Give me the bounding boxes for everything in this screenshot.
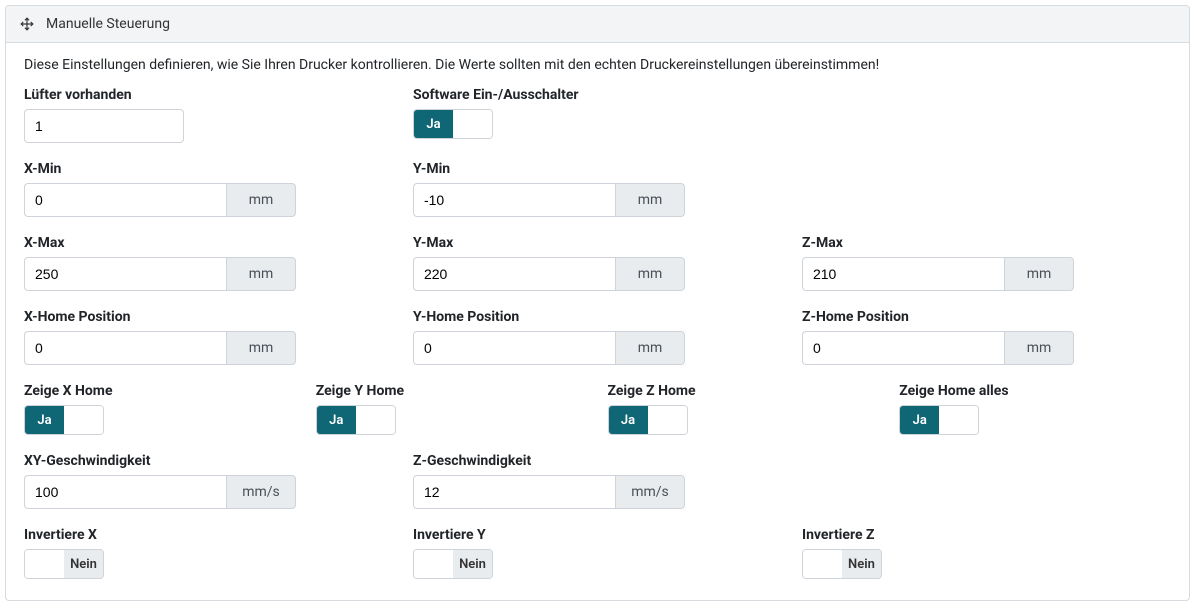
toggle-yes: Ja: [317, 406, 356, 434]
toggle-no: Nein: [453, 550, 492, 578]
xy-speed-label: XY-Geschwindigkeit: [24, 453, 393, 469]
zhome-input[interactable]: [802, 331, 1004, 365]
unit-mm: mm: [226, 183, 296, 217]
invert-x-toggle[interactable]: Nein: [24, 549, 104, 579]
toggle-no: [356, 406, 395, 434]
show-y-home-toggle[interactable]: Ja: [316, 405, 396, 435]
software-switch-toggle[interactable]: Ja: [413, 109, 493, 139]
show-x-home-toggle[interactable]: Ja: [24, 405, 104, 435]
ymin-label: Y-Min: [413, 161, 782, 177]
ymin-input[interactable]: [413, 183, 615, 217]
toggle-no: [64, 406, 103, 434]
invert-z-label: Invertiere Z: [802, 527, 1171, 543]
toggle-yes: Ja: [414, 110, 453, 138]
toggle-no: Nein: [842, 550, 881, 578]
toggle-yes: [803, 550, 842, 578]
toggle-yes: Ja: [25, 406, 64, 434]
toggle-yes: [414, 550, 453, 578]
unit-mm: mm: [226, 331, 296, 365]
move-icon: [20, 17, 34, 31]
xy-speed-input[interactable]: [24, 475, 226, 509]
zmax-input[interactable]: [802, 257, 1004, 291]
unit-mms: mm/s: [615, 475, 685, 509]
yhome-input[interactable]: [413, 331, 615, 365]
show-z-home-toggle[interactable]: Ja: [608, 405, 688, 435]
unit-mm: mm: [615, 257, 685, 291]
panel-description: Diese Einstellungen definieren, wie Sie …: [24, 57, 1171, 73]
toggle-no: [648, 406, 687, 434]
fan-input[interactable]: [24, 109, 184, 143]
toggle-yes: Ja: [609, 406, 648, 434]
xmin-input[interactable]: [24, 183, 226, 217]
zhome-label: Z-Home Position: [802, 309, 1171, 325]
xhome-label: X-Home Position: [24, 309, 393, 325]
show-z-home-label: Zeige Z Home: [608, 383, 880, 399]
unit-mm: mm: [226, 257, 296, 291]
show-all-home-label: Zeige Home alles: [899, 383, 1171, 399]
xhome-input[interactable]: [24, 331, 226, 365]
toggle-no: [939, 406, 978, 434]
unit-mm: mm: [1004, 331, 1074, 365]
show-all-home-toggle[interactable]: Ja: [899, 405, 979, 435]
fan-label: Lüfter vorhanden: [24, 87, 393, 103]
unit-mm: mm: [615, 183, 685, 217]
invert-y-label: Invertiere Y: [413, 527, 782, 543]
toggle-no: [453, 110, 492, 138]
xmax-input[interactable]: [24, 257, 226, 291]
software-switch-label: Software Ein-/Ausschalter: [413, 87, 782, 103]
show-y-home-label: Zeige Y Home: [316, 383, 588, 399]
panel-header[interactable]: Manuelle Steuerung: [6, 6, 1189, 43]
manual-control-panel: Manuelle Steuerung Diese Einstellungen d…: [5, 5, 1190, 601]
zmax-label: Z-Max: [802, 235, 1171, 251]
ymax-input[interactable]: [413, 257, 615, 291]
show-x-home-label: Zeige X Home: [24, 383, 296, 399]
toggle-yes: Ja: [900, 406, 939, 434]
unit-mm: mm: [1004, 257, 1074, 291]
ymax-label: Y-Max: [413, 235, 782, 251]
unit-mms: mm/s: [226, 475, 296, 509]
z-speed-label: Z-Geschwindigkeit: [413, 453, 782, 469]
toggle-no: Nein: [64, 550, 103, 578]
yhome-label: Y-Home Position: [413, 309, 782, 325]
panel-title: Manuelle Steuerung: [46, 16, 170, 32]
z-speed-input[interactable]: [413, 475, 615, 509]
xmax-label: X-Max: [24, 235, 393, 251]
invert-y-toggle[interactable]: Nein: [413, 549, 493, 579]
invert-z-toggle[interactable]: Nein: [802, 549, 882, 579]
xmin-label: X-Min: [24, 161, 393, 177]
toggle-yes: [25, 550, 64, 578]
invert-x-label: Invertiere X: [24, 527, 393, 543]
panel-body: Diese Einstellungen definieren, wie Sie …: [6, 43, 1189, 600]
unit-mm: mm: [615, 331, 685, 365]
